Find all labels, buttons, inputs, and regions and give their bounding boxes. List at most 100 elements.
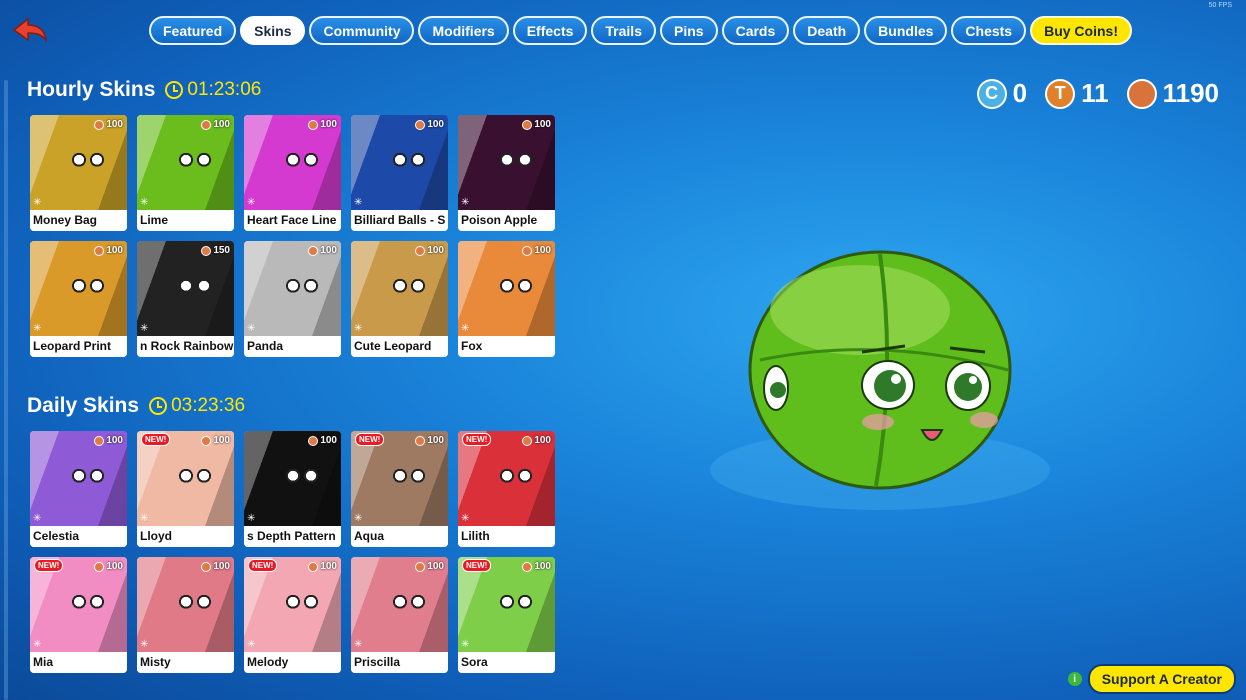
skin-name: Celestia <box>30 526 127 547</box>
tab-effects[interactable]: Effects <box>512 16 588 45</box>
new-badge: NEW! <box>34 559 64 572</box>
skin-card[interactable]: 100 ✳ Priscilla <box>351 557 448 673</box>
sparkle-icon: ✳ <box>354 197 363 208</box>
coin-icon <box>94 435 105 446</box>
skin-card[interactable]: 100 ✳ Poison Apple <box>458 115 555 231</box>
coin-icon <box>201 561 212 572</box>
skin-thumbnail: 100 ✳ <box>244 115 341 210</box>
skin-card[interactable]: 100 ✳ Money Bag <box>30 115 127 231</box>
skin-face-art <box>486 451 546 506</box>
skin-card[interactable]: 100 ✳ Celestia <box>30 431 127 547</box>
back-arrow-icon[interactable] <box>12 16 48 44</box>
tab-chests[interactable]: Chests <box>951 16 1027 45</box>
skin-card[interactable]: NEW! 100 ✳ Aqua <box>351 431 448 547</box>
skin-name: n Rock Rainbow <box>137 336 234 357</box>
sparkle-icon: ✳ <box>33 639 42 650</box>
skin-card[interactable]: NEW! 100 ✳ Lilith <box>458 431 555 547</box>
skin-name: Lime <box>137 210 234 231</box>
skin-face-art <box>379 135 439 190</box>
tab-skins[interactable]: Skins <box>240 16 306 45</box>
daily-skins-grid: 100 ✳ Celestia NEW! 100 ✳ Lloyd 100 ✳ s Depth Pat… <box>30 431 555 673</box>
skin-card[interactable]: 100 ✳ Billiard Balls - S <box>351 115 448 231</box>
tab-bundles[interactable]: Bundles <box>864 16 948 45</box>
coin-icon <box>201 435 212 446</box>
support-creator: i Support A Creator <box>1067 664 1236 694</box>
skin-price-value: 100 <box>534 435 551 446</box>
buy-coins-button[interactable]: Buy Coins! <box>1030 16 1132 45</box>
skin-name: Lilith <box>458 526 555 547</box>
skin-face-art <box>58 135 118 190</box>
sparkle-icon: ✳ <box>354 639 363 650</box>
skin-price: 100 <box>522 119 551 130</box>
skin-card[interactable]: NEW! 100 ✳ Sora <box>458 557 555 673</box>
skin-card[interactable]: NEW! 100 ✳ Lloyd <box>137 431 234 547</box>
skin-name: Sora <box>458 652 555 673</box>
skin-thumbnail: 100 ✳ <box>458 115 555 210</box>
daily-skins-title: Daily Skins <box>27 394 140 417</box>
skin-card[interactable]: NEW! 100 ✳ Melody <box>244 557 341 673</box>
skin-face-art <box>486 577 546 632</box>
support-creator-button[interactable]: Support A Creator <box>1087 664 1236 694</box>
skin-thumbnail: NEW! 100 ✳ <box>244 557 341 652</box>
skin-price-value: 100 <box>320 119 337 130</box>
info-icon[interactable]: i <box>1067 672 1082 686</box>
tab-modifiers[interactable]: Modifiers <box>418 16 509 45</box>
coin-icon <box>1126 78 1157 109</box>
skin-face-art <box>165 451 225 506</box>
skin-price-value: 150 <box>213 245 230 256</box>
sparkle-icon: ✳ <box>33 197 42 208</box>
sparkle-icon: ✳ <box>33 323 42 334</box>
skin-thumbnail: 100 ✳ <box>30 431 127 526</box>
skin-price-value: 100 <box>320 245 337 256</box>
skin-card[interactable]: 100 ✳ Fox <box>458 241 555 357</box>
tab-pins[interactable]: Pins <box>660 16 718 45</box>
skin-card[interactable]: 100 ✳ Heart Face Line <box>244 115 341 231</box>
skin-card[interactable]: 150 ✳ n Rock Rainbow <box>137 241 234 357</box>
skin-price: 100 <box>308 435 337 446</box>
skin-face-art <box>379 261 439 316</box>
new-badge: NEW! <box>462 559 492 572</box>
skin-price-value: 100 <box>213 561 230 572</box>
skin-price-value: 100 <box>106 435 123 446</box>
skin-card[interactable]: 100 ✳ Cute Leopard <box>351 241 448 357</box>
skin-thumbnail: NEW! 100 ✳ <box>458 557 555 652</box>
t-currency: T 11 <box>1045 78 1109 109</box>
sparkle-icon: ✳ <box>461 513 470 524</box>
skin-thumbnail: 100 ✳ <box>244 241 341 336</box>
skin-name: Melody <box>244 652 341 673</box>
skin-price-value: 100 <box>427 561 444 572</box>
skin-preview[interactable] <box>690 240 1050 560</box>
skin-thumbnail: 100 ✳ <box>458 241 555 336</box>
tab-trails[interactable]: Trails <box>591 16 656 45</box>
skin-price: 100 <box>522 245 551 256</box>
skin-price: 100 <box>308 561 337 572</box>
tab-death[interactable]: Death <box>793 16 861 45</box>
new-badge: NEW! <box>141 433 171 446</box>
tab-community[interactable]: Community <box>309 16 415 45</box>
skin-card[interactable]: 100 ✳ Misty <box>137 557 234 673</box>
skin-face-art <box>272 577 332 632</box>
skin-card[interactable]: 100 ✳ Panda <box>244 241 341 357</box>
sparkle-icon: ✳ <box>140 197 149 208</box>
skin-card[interactable]: 100 ✳ Lime <box>137 115 234 231</box>
new-badge: NEW! <box>462 433 492 446</box>
tab-featured[interactable]: Featured <box>149 16 237 45</box>
skin-card[interactable]: 100 ✳ Leopard Print <box>30 241 127 357</box>
skin-thumbnail: 150 ✳ <box>137 241 234 336</box>
coin-icon <box>522 119 533 130</box>
tab-cards[interactable]: Cards <box>721 16 790 45</box>
skin-name: s Depth Pattern <box>244 526 341 547</box>
skin-price-value: 100 <box>534 245 551 256</box>
skin-card[interactable]: 100 ✳ s Depth Pattern <box>244 431 341 547</box>
sparkle-icon: ✳ <box>140 513 149 524</box>
skin-name: Mia <box>30 652 127 673</box>
skin-name: Misty <box>137 652 234 673</box>
skin-face-art <box>165 577 225 632</box>
sparkle-icon: ✳ <box>140 323 149 334</box>
skin-card[interactable]: NEW! 100 ✳ Mia <box>30 557 127 673</box>
daily-skins-header: Daily Skins 03:23:36 <box>27 394 245 418</box>
sparkle-icon: ✳ <box>247 513 256 524</box>
c-currency: C 0 <box>976 78 1027 109</box>
panel-scrollbar[interactable] <box>4 80 8 700</box>
skin-face-art <box>58 261 118 316</box>
